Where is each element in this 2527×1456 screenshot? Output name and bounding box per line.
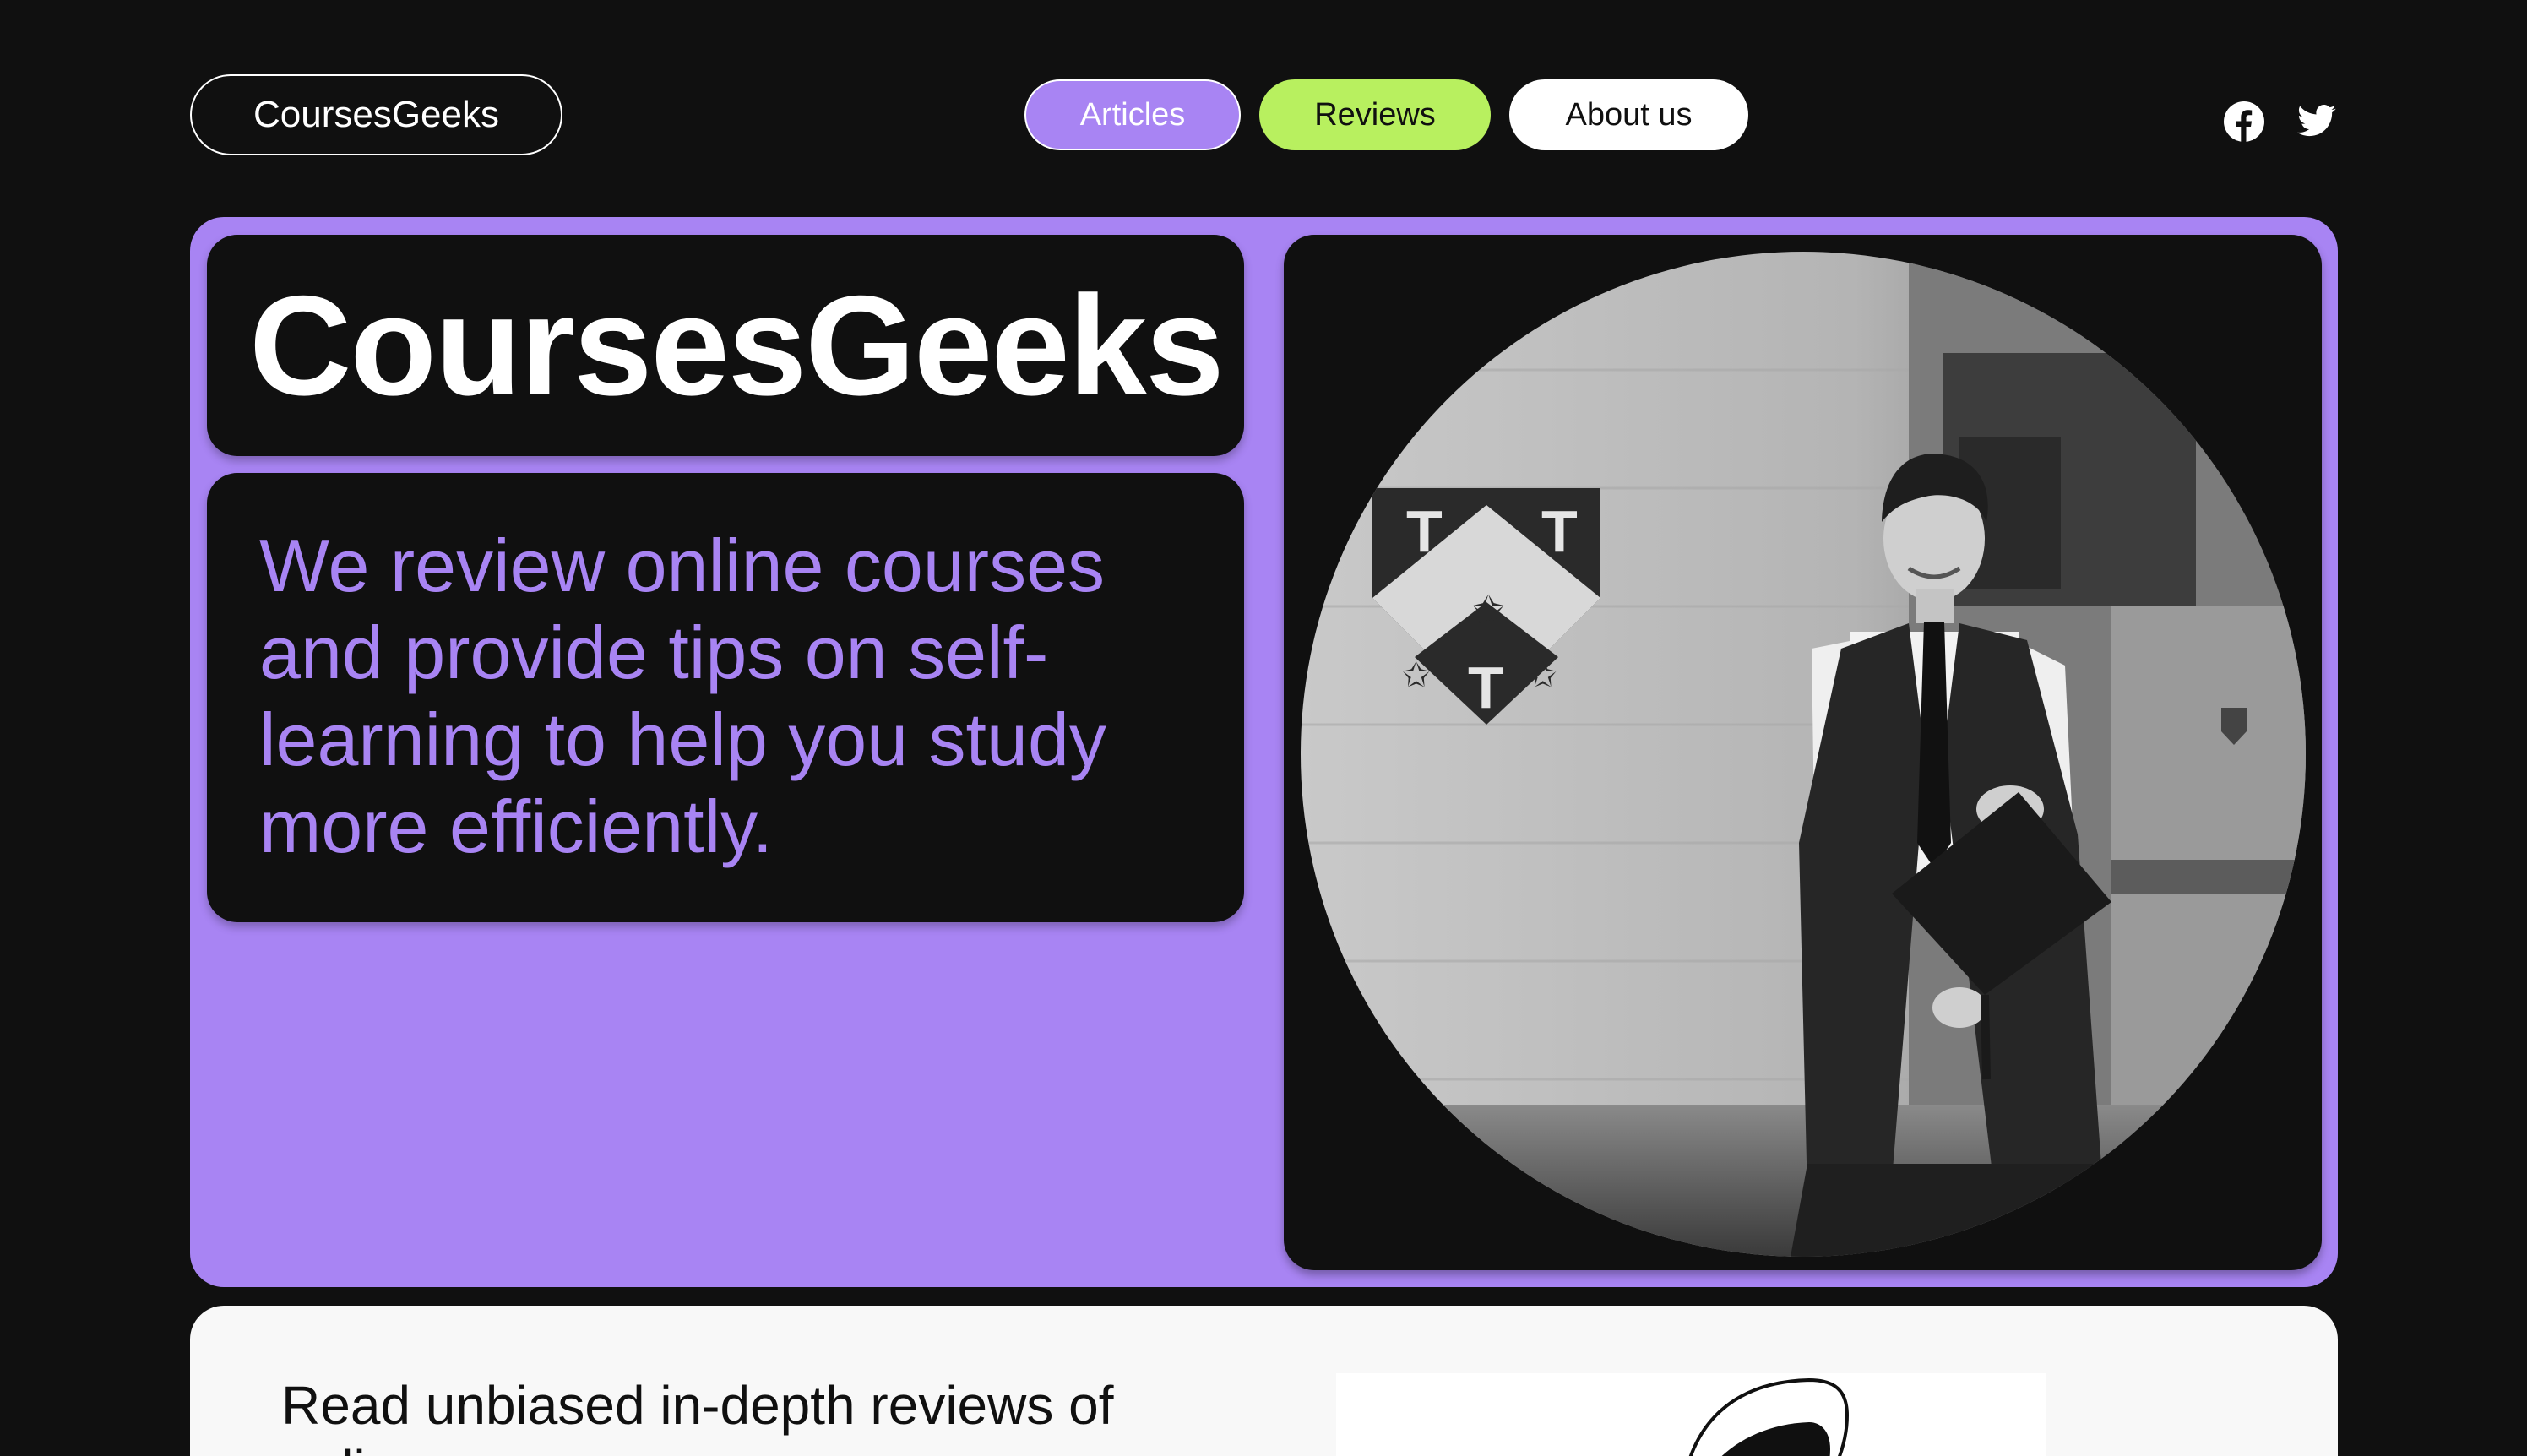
svg-text:T: T xyxy=(1541,498,1578,564)
facebook-icon[interactable] xyxy=(2223,101,2265,143)
nav-reviews-label: Reviews xyxy=(1314,96,1436,133)
reviews-intro-text: Read unbiased in-depth reviews of online xyxy=(281,1375,1114,1456)
hero-description-card: We review online courses and provide tip… xyxy=(207,473,1244,922)
site-logo-label: CoursesGeeks xyxy=(253,94,499,135)
nav-articles-button[interactable]: Articles xyxy=(1024,79,1241,150)
hero-title: CoursesGeeks xyxy=(249,266,1225,425)
nav-about-label: About us xyxy=(1565,96,1693,133)
svg-text:T: T xyxy=(1406,498,1443,564)
hero-image-card: T T T ✩ ✩ ✩ xyxy=(1284,235,2322,1270)
page: CoursesGeeks Articles Reviews About us C… xyxy=(0,0,2527,1456)
hero-description: We review online courses and provide tip… xyxy=(259,524,1106,868)
site-logo[interactable]: CoursesGeeks xyxy=(190,74,562,155)
nav-about-button[interactable]: About us xyxy=(1509,79,1748,150)
nav-reviews-button[interactable]: Reviews xyxy=(1259,79,1491,150)
star-icon: ☆ xyxy=(1526,1448,1570,1456)
reviews-illustration: ☆ xyxy=(1336,1373,2046,1456)
svg-text:✩: ✩ xyxy=(1529,657,1557,694)
nav-articles-label: Articles xyxy=(1079,96,1186,133)
hero-title-card: CoursesGeeks xyxy=(207,235,1244,456)
svg-text:T: T xyxy=(1468,655,1504,720)
reviews-intro-section: Read unbiased in-depth reviews of online… xyxy=(190,1306,2338,1456)
svg-text:✩: ✩ xyxy=(1472,588,1505,632)
main-nav: Articles Reviews About us xyxy=(1024,79,1748,150)
svg-text:✩: ✩ xyxy=(1402,657,1431,694)
twitter-icon[interactable] xyxy=(2296,101,2338,143)
graduate-photo: T T T ✩ ✩ ✩ xyxy=(1301,252,2306,1257)
